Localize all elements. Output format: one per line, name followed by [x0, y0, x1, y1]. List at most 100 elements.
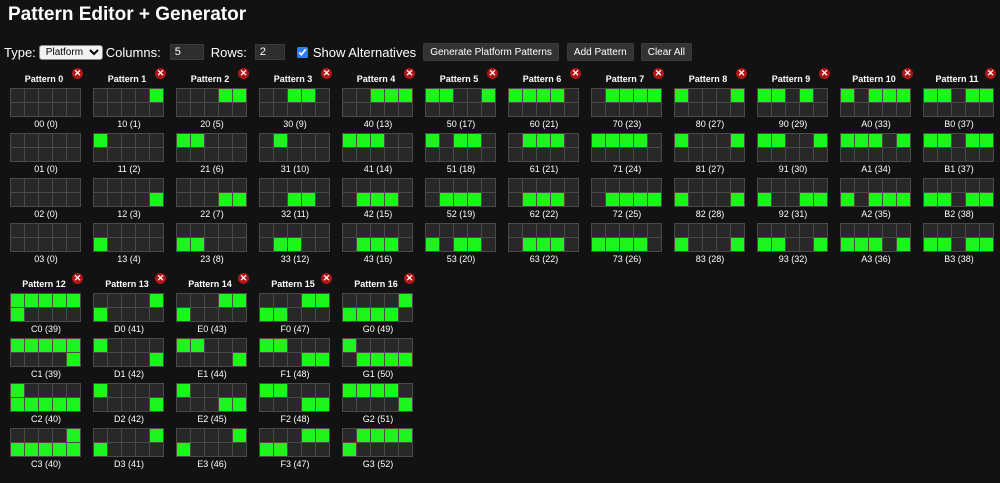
grid-cell-active[interactable]	[897, 193, 910, 206]
grid-cell-inactive[interactable]	[274, 398, 287, 411]
grid-cell-inactive[interactable]	[814, 103, 827, 116]
grid-cell-inactive[interactable]	[53, 238, 66, 251]
grid-cell-inactive[interactable]	[675, 179, 688, 192]
grid-cell-inactive[interactable]	[371, 443, 384, 456]
grid-cell-inactive[interactable]	[53, 103, 66, 116]
grid-cell-active[interactable]	[316, 294, 329, 307]
grid-cell-inactive[interactable]	[509, 224, 522, 237]
grid-cell-inactive[interactable]	[233, 148, 246, 161]
grid-cell-active[interactable]	[25, 339, 38, 352]
grid-cell-inactive[interactable]	[980, 148, 993, 161]
grid-cell-active[interactable]	[260, 443, 273, 456]
grid-cell-inactive[interactable]	[385, 224, 398, 237]
grid-cell-active[interactable]	[274, 443, 287, 456]
grid-cell-inactive[interactable]	[841, 179, 854, 192]
grid-cell-active[interactable]	[177, 384, 190, 397]
grid-cell-inactive[interactable]	[191, 224, 204, 237]
grid-cell-active[interactable]	[648, 193, 661, 206]
grid-cell-inactive[interactable]	[938, 224, 951, 237]
grid-cell-inactive[interactable]	[703, 224, 716, 237]
grid-cell-inactive[interactable]	[509, 193, 522, 206]
grid-cell-active[interactable]	[385, 308, 398, 321]
grid-cell-inactive[interactable]	[233, 308, 246, 321]
grid-cell-active[interactable]	[440, 89, 453, 102]
delete-pattern-icon[interactable]: ✕	[404, 68, 415, 79]
grid-cell-active[interactable]	[316, 429, 329, 442]
grid-cell-inactive[interactable]	[302, 339, 315, 352]
grid-cell-inactive[interactable]	[191, 443, 204, 456]
grid-cell-active[interactable]	[39, 294, 52, 307]
grid-cell-inactive[interactable]	[952, 224, 965, 237]
grid-cell-active[interactable]	[399, 398, 412, 411]
grid-cell-inactive[interactable]	[399, 443, 412, 456]
grid-cell-inactive[interactable]	[136, 384, 149, 397]
delete-pattern-icon[interactable]: ✕	[321, 68, 332, 79]
grid-cell-inactive[interactable]	[11, 238, 24, 251]
grid-cell-inactive[interactable]	[606, 103, 619, 116]
grid-cell-inactive[interactable]	[94, 398, 107, 411]
grid-cell-active[interactable]	[897, 134, 910, 147]
grid-cell-inactive[interactable]	[136, 103, 149, 116]
grid-cell-inactive[interactable]	[786, 89, 799, 102]
grid-cell-inactive[interactable]	[39, 224, 52, 237]
grid-cell-active[interactable]	[454, 238, 467, 251]
grid-cell-inactive[interactable]	[385, 443, 398, 456]
grid-cell-inactive[interactable]	[786, 103, 799, 116]
grid-cell-active[interactable]	[592, 134, 605, 147]
grid-cell-inactive[interactable]	[316, 134, 329, 147]
grid-cell-inactive[interactable]	[924, 103, 937, 116]
grid-cell-inactive[interactable]	[150, 224, 163, 237]
grid-cell-inactive[interactable]	[343, 353, 356, 366]
grid-cell-inactive[interactable]	[25, 148, 38, 161]
grid-cell-active[interactable]	[67, 398, 80, 411]
grid-cell-active[interactable]	[371, 193, 384, 206]
grid-cell-inactive[interactable]	[772, 148, 785, 161]
grid-cell-inactive[interactable]	[897, 224, 910, 237]
grid-cell-inactive[interactable]	[440, 148, 453, 161]
grid-cell-active[interactable]	[592, 238, 605, 251]
grid-cell-inactive[interactable]	[302, 148, 315, 161]
grid-cell-active[interactable]	[371, 384, 384, 397]
grid-cell-inactive[interactable]	[260, 103, 273, 116]
grid-cell-inactive[interactable]	[454, 224, 467, 237]
rows-input[interactable]	[254, 44, 285, 60]
grid-cell-active[interactable]	[260, 308, 273, 321]
grid-cell-inactive[interactable]	[343, 179, 356, 192]
grid-cell-active[interactable]	[800, 193, 813, 206]
grid-cell-inactive[interactable]	[136, 294, 149, 307]
generate-platform-patterns-button[interactable]: Generate Platform Patterns	[423, 43, 559, 61]
grid-cell-inactive[interactable]	[302, 308, 315, 321]
grid-cell-inactive[interactable]	[814, 179, 827, 192]
grid-cell-inactive[interactable]	[288, 179, 301, 192]
grid-cell-inactive[interactable]	[869, 179, 882, 192]
grid-cell-inactive[interactable]	[523, 103, 536, 116]
grid-cell-active[interactable]	[371, 238, 384, 251]
grid-cell-inactive[interactable]	[689, 193, 702, 206]
grid-cell-inactive[interactable]	[11, 179, 24, 192]
grid-cell-active[interactable]	[94, 238, 107, 251]
grid-cell-inactive[interactable]	[122, 224, 135, 237]
grid-cell-inactive[interactable]	[482, 224, 495, 237]
grid-cell-inactive[interactable]	[219, 384, 232, 397]
grid-cell-inactive[interactable]	[260, 224, 273, 237]
grid-cell-active[interactable]	[772, 89, 785, 102]
grid-cell-active[interactable]	[841, 193, 854, 206]
grid-cell-inactive[interactable]	[316, 308, 329, 321]
delete-pattern-icon[interactable]: ✕	[238, 68, 249, 79]
grid-cell-inactive[interactable]	[25, 103, 38, 116]
grid-cell-inactive[interactable]	[385, 339, 398, 352]
grid-cell-inactive[interactable]	[94, 193, 107, 206]
grid-cell-inactive[interactable]	[136, 148, 149, 161]
grid-cell-inactive[interactable]	[11, 134, 24, 147]
grid-cell-inactive[interactable]	[731, 103, 744, 116]
grid-cell-inactive[interactable]	[357, 89, 370, 102]
grid-cell-inactive[interactable]	[758, 179, 771, 192]
grid-cell-active[interactable]	[814, 238, 827, 251]
grid-cell-active[interactable]	[385, 89, 398, 102]
grid-cell-active[interactable]	[53, 398, 66, 411]
grid-cell-active[interactable]	[731, 238, 744, 251]
grid-cell-inactive[interactable]	[288, 224, 301, 237]
grid-cell-active[interactable]	[233, 353, 246, 366]
grid-cell-inactive[interactable]	[219, 339, 232, 352]
grid-cell-inactive[interactable]	[274, 429, 287, 442]
